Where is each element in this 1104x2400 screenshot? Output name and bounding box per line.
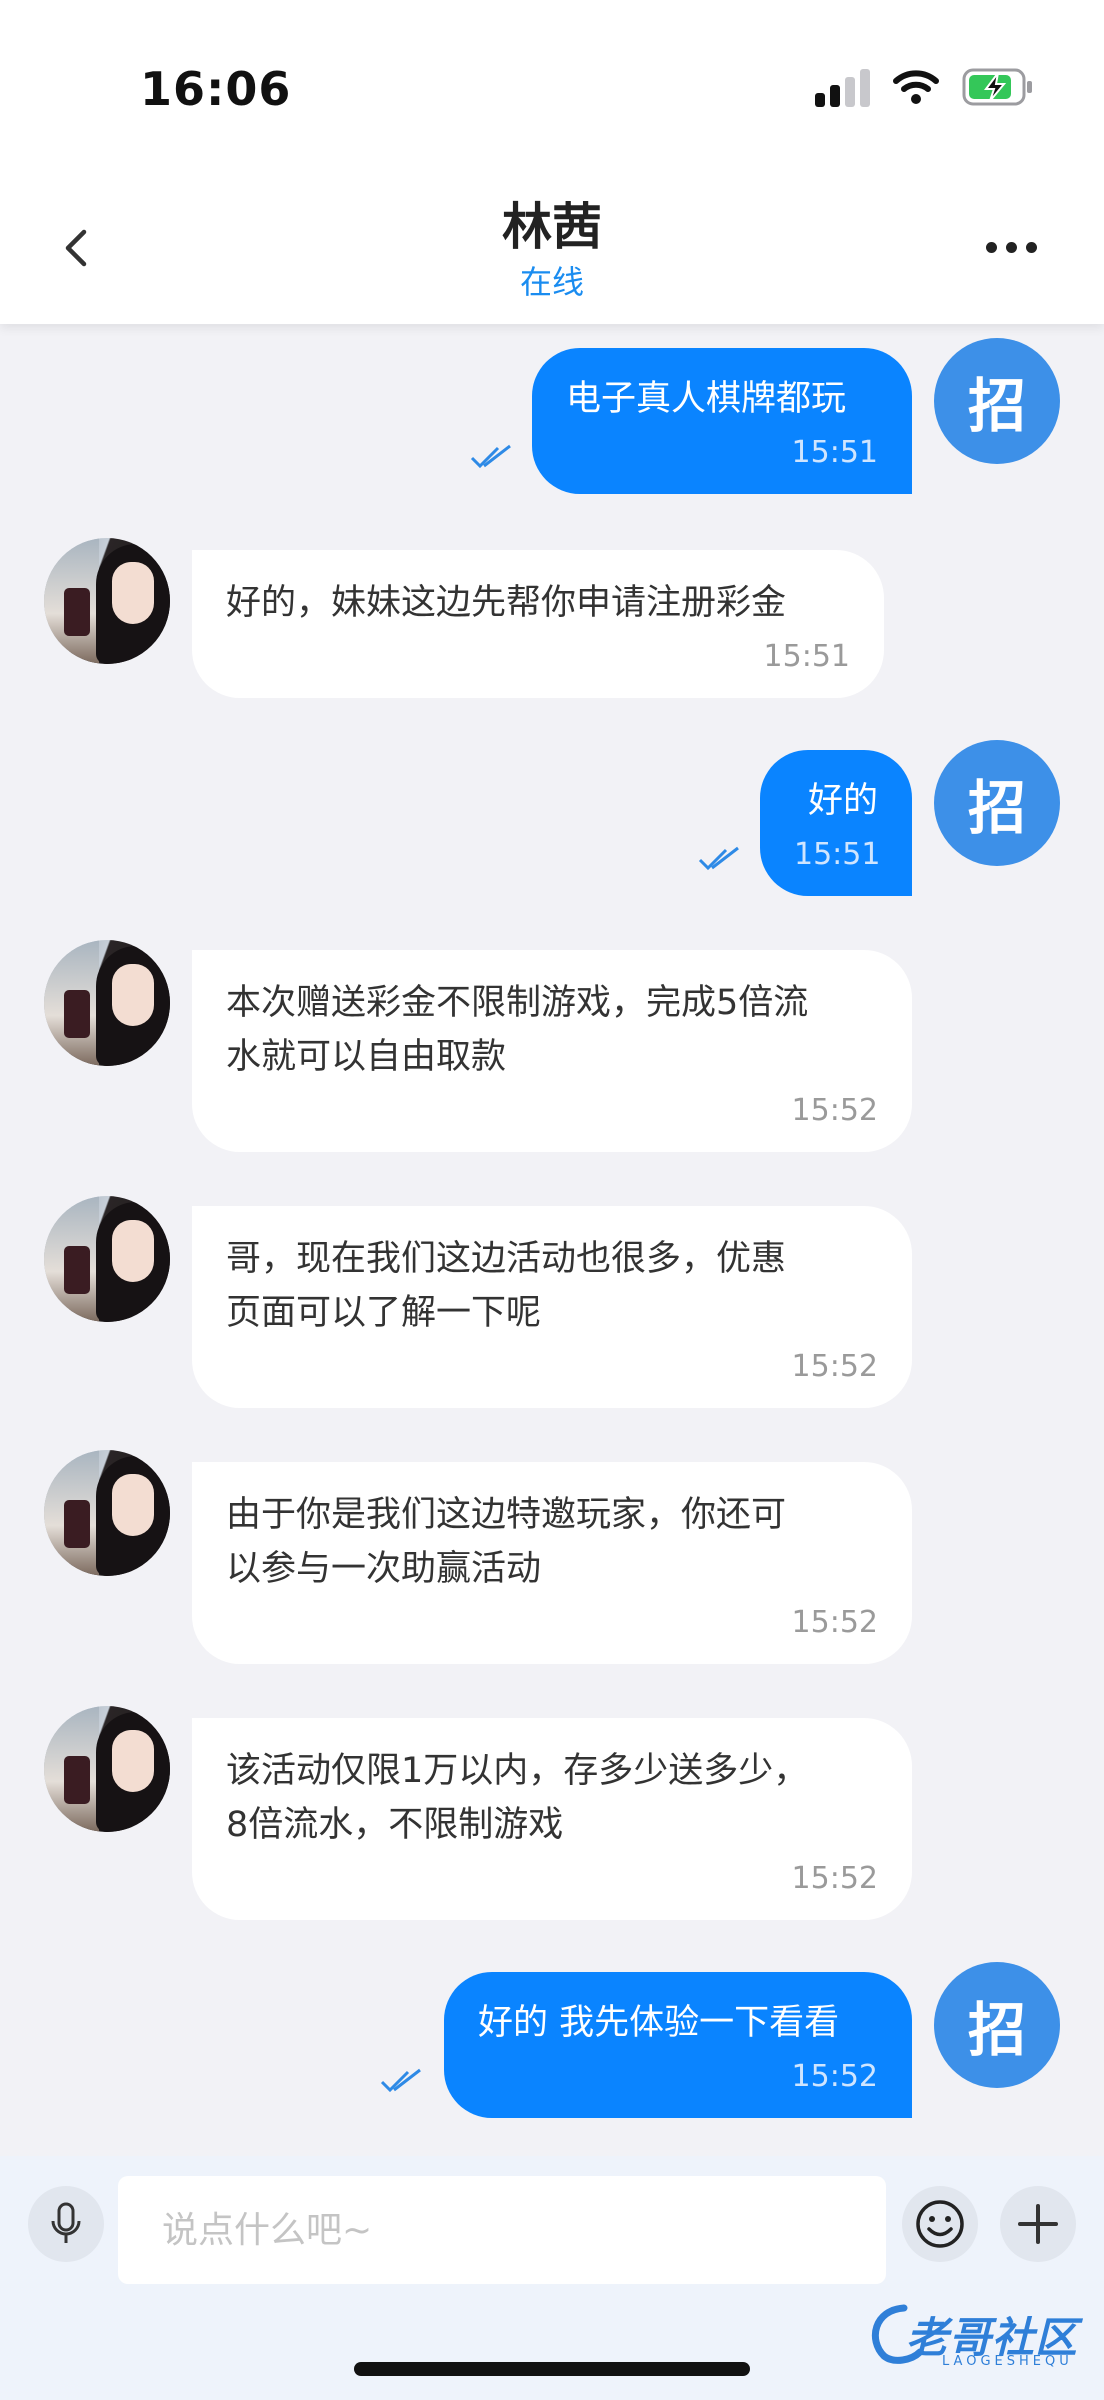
self-avatar[interactable]: 招	[934, 740, 1060, 866]
message-bubble-other[interactable]: 由于你是我们这边特邀玩家，你还可 以参与一次助赢活动 15:52	[192, 1462, 912, 1664]
message-bubble-other[interactable]: 好的，妹妹这边先帮你申请注册彩金 15:51	[192, 550, 884, 698]
message-time: 15:51	[791, 435, 878, 470]
double-check-icon	[698, 846, 739, 871]
microphone-icon	[51, 2202, 81, 2243]
message-text: 本次赠送彩金不限制游戏，完成5倍流 水就可以自由取款	[226, 983, 809, 1077]
more-dots-icon	[986, 241, 997, 253]
contact-avatar[interactable]	[44, 1196, 170, 1322]
message-text: 好的，妹妹这边先帮你申请注册彩金	[226, 583, 787, 623]
self-avatar[interactable]: 招	[934, 338, 1060, 464]
message-text: 由于你是我们这边特邀玩家，你还可 以参与一次助赢活动	[226, 1495, 787, 1589]
contact-name: 林茜	[502, 198, 602, 256]
contact-avatar[interactable]	[44, 1706, 170, 1832]
emoji-button[interactable]	[902, 2186, 978, 2262]
emoji-icon	[916, 2200, 964, 2248]
message-text: 好的 我先体验一下看看	[478, 2003, 840, 2043]
self-avatar[interactable]: 招	[934, 1962, 1060, 2088]
message-bubble-self[interactable]: 好的 我先体验一下看看 15:52	[444, 1972, 912, 2118]
plus-icon	[1018, 2204, 1058, 2244]
message-time: 15:51	[763, 639, 850, 674]
message-time: 15:51	[794, 837, 881, 872]
voice-button[interactable]	[28, 2186, 104, 2262]
message-bubble-other[interactable]: 哥，现在我们这边活动也很多，优惠 页面可以了解一下呢 15:52	[192, 1206, 912, 1408]
watermark-subtext: LAOGESHEQU	[942, 2354, 1073, 2369]
watermark-logo: 老哥社区 LAOGESHEQU	[864, 2296, 1088, 2374]
more-button[interactable]	[986, 232, 1042, 262]
cellular-signal-icon	[815, 67, 870, 107]
message-bubble-self[interactable]: 好的 15:51	[760, 750, 912, 896]
chat-title: 林茜 在线	[0, 196, 1104, 304]
message-bubble-self[interactable]: 电子真人棋牌都玩 15:51	[532, 348, 912, 494]
message-input[interactable]	[118, 2176, 886, 2284]
contact-avatar[interactable]	[44, 1450, 170, 1576]
message-list[interactable]: 招 电子真人棋牌都玩 15:51 好的，妹妹这边先帮你申请注册彩金 15:51 …	[0, 324, 1104, 2156]
message-time: 15:52	[791, 2059, 878, 2094]
home-indicator[interactable]	[354, 2362, 750, 2376]
message-text: 好的	[807, 781, 878, 821]
status-icons	[815, 62, 1034, 112]
battery-charging-icon	[962, 67, 1034, 107]
contact-avatar[interactable]	[44, 538, 170, 664]
wifi-icon	[892, 69, 940, 105]
message-time: 15:52	[791, 1861, 878, 1896]
message-text: 该活动仅限1万以内，存多少送多少， 8倍流水，不限制游戏	[226, 1751, 809, 1845]
message-bubble-other[interactable]: 该活动仅限1万以内，存多少送多少， 8倍流水，不限制游戏 15:52	[192, 1718, 912, 1920]
double-check-icon	[380, 2068, 421, 2093]
plus-button[interactable]	[1000, 2186, 1076, 2262]
message-bubble-other[interactable]: 本次赠送彩金不限制游戏，完成5倍流 水就可以自由取款 15:52	[192, 950, 912, 1152]
double-check-icon	[470, 444, 511, 469]
message-text: 电子真人棋牌都玩	[566, 379, 847, 419]
contact-avatar[interactable]	[44, 940, 170, 1066]
message-time: 15:52	[791, 1605, 878, 1640]
message-text: 哥，现在我们这边活动也很多，优惠 页面可以了解一下呢	[226, 1239, 787, 1333]
message-time: 15:52	[791, 1093, 878, 1128]
status-time: 16:06	[140, 62, 292, 116]
online-status: 在线	[519, 263, 584, 301]
message-input-field[interactable]	[118, 2176, 886, 2284]
message-time: 15:52	[791, 1349, 878, 1384]
top-bar: 16:06 林茜 在线	[0, 0, 1104, 324]
